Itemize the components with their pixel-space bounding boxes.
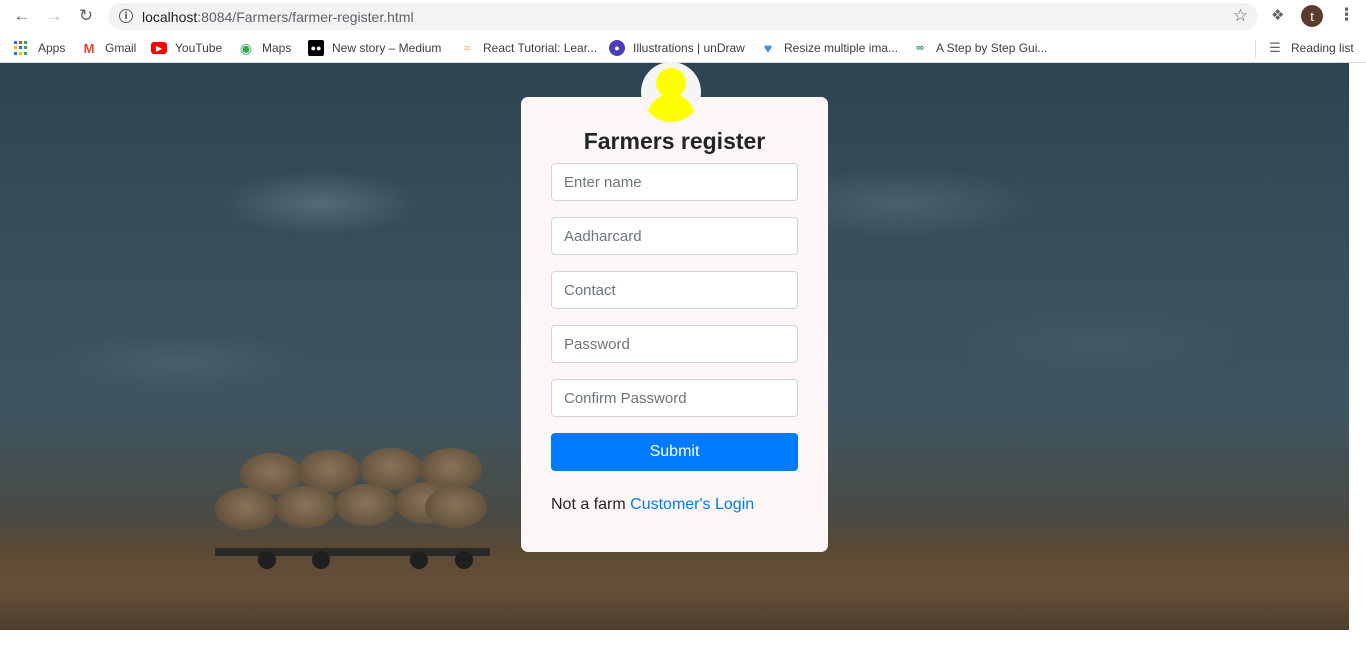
- contact-input[interactable]: Contact: [551, 271, 798, 309]
- youtube-icon: ▶: [151, 42, 167, 54]
- site-info-icon[interactable]: i: [119, 9, 133, 23]
- bookmark-label: YouTube: [175, 41, 223, 55]
- url-path: :8084/Farmers/farmer-register.html: [197, 9, 414, 25]
- browser-toolbar: ← → ↻ i localhost:8084/Farmers/farmer-re…: [0, 0, 1366, 33]
- form-title: Farmers register: [583, 128, 766, 154]
- footer-prompt: Not a farm Customer's Login: [551, 496, 754, 514]
- url-text[interactable]: localhost:8084/Farmers/farmer-register.h…: [142, 9, 414, 25]
- reload-icon[interactable]: ↻: [74, 5, 98, 27]
- extensions-puzzle-icon[interactable]: ❖: [1271, 6, 1284, 24]
- confirm-password-input[interactable]: Confirm Password: [551, 379, 798, 417]
- bookmark-star-icon[interactable]: ☆: [1233, 6, 1248, 26]
- bookmarks-bar: Apps M Gmail ▶ YouTube ◉ Maps ●● New sto…: [0, 33, 1366, 63]
- reading-list-icon: ☰: [1269, 40, 1281, 55]
- apps-grid-icon: [14, 41, 28, 55]
- hay-bales-image: [210, 448, 490, 558]
- bookmark-medium[interactable]: ●● New story – Medium: [308, 40, 441, 56]
- resize-heart-icon: ♥: [763, 40, 773, 56]
- bookmark-label: Resize multiple ima...: [784, 41, 899, 55]
- address-bar[interactable]: i localhost:8084/Farmers/farmer-register…: [108, 3, 1258, 30]
- profile-avatar[interactable]: t: [1301, 5, 1323, 27]
- user-avatar-icon: [641, 62, 701, 122]
- forward-arrow-icon[interactable]: →: [42, 5, 66, 27]
- password-input[interactable]: Password: [551, 325, 798, 363]
- bookmark-label: Apps: [38, 41, 66, 55]
- gfg-icon: ∞: [916, 42, 924, 54]
- browser-menu-icon[interactable]: ⋮: [1338, 5, 1355, 25]
- bookmark-label: Illustrations | unDraw: [633, 41, 745, 55]
- submit-button[interactable]: Submit: [551, 433, 798, 471]
- bookmark-gfg[interactable]: ∞ A Step by Step Gui...: [912, 40, 1047, 56]
- bookmark-label: React Tutorial: Lear...: [483, 41, 598, 55]
- bookmark-apps[interactable]: Apps: [14, 40, 65, 56]
- bookmark-youtube[interactable]: ▶ YouTube: [151, 40, 222, 56]
- gmail-icon: M: [83, 40, 95, 56]
- medium-icon: ●●: [308, 40, 324, 56]
- react-tutorial-icon: ≈: [463, 41, 471, 55]
- reading-list-label: Reading list: [1291, 41, 1354, 55]
- customer-login-link[interactable]: Customer's Login: [630, 496, 754, 513]
- bookmark-maps[interactable]: ◉ Maps: [238, 40, 291, 56]
- bookmarks-divider: [1255, 40, 1256, 58]
- bookmark-label: Gmail: [105, 41, 137, 55]
- undraw-icon: ●: [609, 40, 625, 56]
- bookmark-react-tutorial[interactable]: ≈ React Tutorial: Lear...: [459, 40, 597, 56]
- bookmark-undraw[interactable]: ● Illustrations | unDraw: [609, 40, 745, 56]
- bookmark-label: New story – Medium: [332, 41, 442, 55]
- bookmark-label: A Step by Step Gui...: [936, 41, 1048, 55]
- aadharcard-input[interactable]: Aadharcard: [551, 217, 798, 255]
- maps-icon: ◉: [239, 39, 253, 56]
- name-input[interactable]: Enter name: [551, 163, 798, 201]
- url-host: localhost: [142, 9, 198, 25]
- bookmark-resize[interactable]: ♥ Resize multiple ima...: [760, 40, 898, 56]
- footer-text: Not a farm: [551, 496, 626, 513]
- back-arrow-icon[interactable]: ←: [10, 5, 34, 27]
- field-ground: [0, 545, 1349, 630]
- bookmark-label: Maps: [262, 41, 292, 55]
- bookmark-gmail[interactable]: M Gmail: [81, 40, 137, 56]
- reading-list-button[interactable]: ☰ Reading list: [1267, 40, 1354, 56]
